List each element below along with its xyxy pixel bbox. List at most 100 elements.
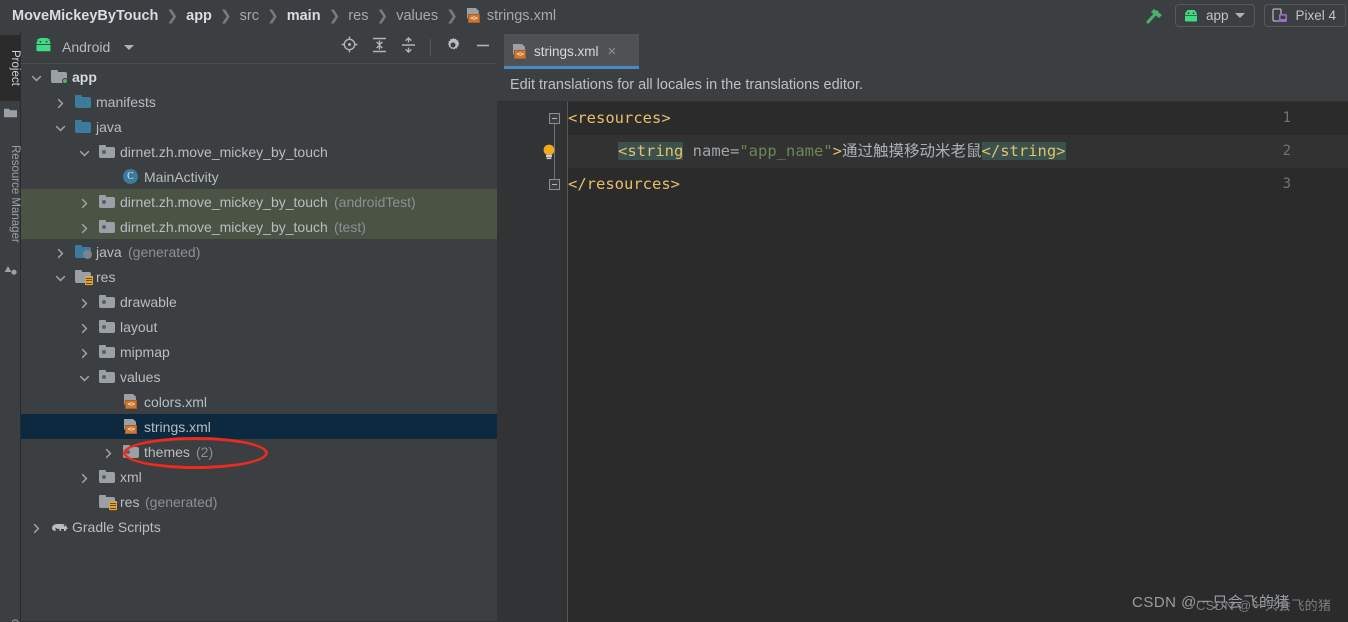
chevron-down-icon[interactable] [79,371,90,382]
tree-row-suffix: (generated) [128,243,201,260]
chevron-right-icon[interactable] [79,321,90,334]
tree-row-dirnet-zh-move-mickey-by-touch[interactable]: dirnet.zh.move_mickey_by_touch (test) [21,214,497,239]
project-tool-window: Android app manifests java dirnet.zh.mov… [21,31,497,622]
tree-row-themes[interactable]: themes (2) [21,439,497,464]
tree-row-suffix: (2) [196,443,214,460]
package-folder-icon [99,295,115,308]
hammer-icon[interactable] [1142,5,1166,27]
tree-row-colors-xml[interactable]: <> colors.xml [21,389,497,414]
tree-row-label: drawable [120,293,177,310]
breadcrumb-separator: ❯ [446,7,458,23]
tree-row-mainactivity[interactable]: C MainActivity [21,164,497,189]
tree-row-label: dirnet.zh.move_mickey_by_touch [120,143,328,160]
class-icon: C [123,169,138,184]
chevron-right-icon[interactable] [79,471,90,484]
tab-label: strings.xml [534,44,599,59]
editor-tab-strip: <> strings.xml × [497,31,1348,69]
code-line-2: <string name="app_name">通过触摸移动米老鼠</strin… [618,135,1066,168]
device-label: Pixel 4 [1295,8,1336,23]
tree-row-dirnet-zh-move-mickey-by-touch[interactable]: dirnet.zh.move_mickey_by_touch (androidTe… [21,189,497,214]
chevron-right-icon[interactable] [79,346,90,359]
tree-row-xml[interactable]: xml [21,464,497,489]
tree-row-label: app [72,68,97,85]
editor-area: <> strings.xml × Edit translations for a… [497,31,1348,622]
line-number: 1 [1282,110,1291,126]
top-right-toolbar: app Pixel 4 [1142,0,1348,31]
project-panel-header: Android [21,31,497,63]
minimize-icon[interactable] [475,37,491,58]
tree-row-label: themes [144,443,190,460]
tree-row-label: values [120,368,161,385]
sidebar-tab-structure[interactable]: cture [0,611,21,622]
breadcrumb-item-src[interactable]: src [240,8,259,24]
tree-row-values[interactable]: values [21,364,497,389]
settings-gear-icon[interactable] [445,37,461,58]
tree-row-java[interactable]: java (generated) [21,239,497,264]
breadcrumb-item-res[interactable]: res [348,8,368,24]
run-configuration-selector[interactable]: app [1174,4,1256,27]
breadcrumb-item-project[interactable]: MoveMickeyByTouch [12,8,158,24]
chevron-down-icon[interactable] [55,121,66,132]
tree-row-java[interactable]: java [21,114,497,139]
breadcrumb-item-values[interactable]: values [396,8,438,24]
project-tree: app manifests java dirnet.zh.move_mickey_by… [21,63,497,622]
module-folder-icon [51,70,68,84]
chevron-right-icon[interactable] [79,221,90,234]
folder-icon [4,105,17,118]
sidebar-tab-resource-manager[interactable]: Resource Manager [0,129,21,259]
breadcrumb-item-file[interactable]: <> strings.xml [466,7,556,24]
chevron-right-icon[interactable] [31,521,42,534]
tree-row-label: dirnet.zh.move_mickey_by_touch [120,193,328,210]
tree-row-mipmap[interactable]: mipmap [21,339,497,364]
tree-row-label: layout [120,318,158,335]
tree-row-dirnet-zh-move-mickey-by-touch[interactable]: dirnet.zh.move_mickey_by_touch [21,139,497,164]
close-icon[interactable]: × [608,44,617,59]
device-selector[interactable]: Pixel 4 [1264,4,1346,27]
sidebar-tab-project[interactable]: Project [0,35,21,101]
chevron-right-icon[interactable] [55,96,66,109]
tree-row-suffix: (generated) [145,493,218,510]
tab-strings-xml[interactable]: <> strings.xml × [504,34,639,69]
tree-row-strings-xml[interactable]: <> strings.xml [21,414,497,439]
collapse-all-icon[interactable] [401,36,416,58]
chevron-down-icon[interactable] [124,44,135,50]
tree-row-gradle-scripts[interactable]: Gradle Scripts [21,514,497,539]
chevron-right-icon[interactable] [79,296,90,309]
locate-target-icon[interactable] [341,36,358,58]
tree-row-app[interactable]: app [21,64,497,89]
tree-row-layout[interactable]: layout [21,314,497,339]
breadcrumb-separator: ❯ [376,7,389,23]
tree-row-label: manifests [96,93,156,110]
code-token-close-tag: </string> [981,142,1066,160]
tree-row-suffix: (androidTest) [334,193,416,210]
tree-row-label: mipmap [120,343,170,360]
fold-minus-icon[interactable] [549,113,560,124]
android-icon [1184,9,1197,21]
tree-row-res[interactable]: res [21,264,497,289]
package-folder-icon [99,195,115,208]
chevron-down-icon[interactable] [55,271,66,282]
fold-end-icon[interactable] [549,179,560,190]
breadcrumb-item-main[interactable]: main [287,8,321,24]
code-editor[interactable]: 1 2 3 <resources> <string name="app_name… [497,102,1348,622]
code-token-attr-value: "app_name" [739,142,833,160]
tree-row-label: java [96,118,122,135]
breadcrumb-item-app[interactable]: app [186,8,212,24]
intention-bulb-icon[interactable] [541,143,557,161]
package-folder-icon [99,320,115,333]
chevron-down-icon[interactable] [79,146,90,157]
package-folder-icon [123,445,139,458]
breadcrumb-separator: ❯ [166,7,179,23]
toolbar-divider [430,38,431,56]
tree-row-drawable[interactable]: drawable [21,289,497,314]
chevron-right-icon[interactable] [79,196,90,209]
xml-file-icon: <> [123,418,138,435]
chevron-right-icon[interactable] [103,446,114,459]
tree-row-res[interactable]: res (generated) [21,489,497,514]
tree-row-suffix: (test) [334,218,366,235]
device-icon [1272,8,1288,22]
chevron-right-icon[interactable] [55,246,66,259]
expand-all-icon[interactable] [372,37,387,58]
chevron-down-icon[interactable] [31,71,42,82]
tree-row-manifests[interactable]: manifests [21,89,497,114]
